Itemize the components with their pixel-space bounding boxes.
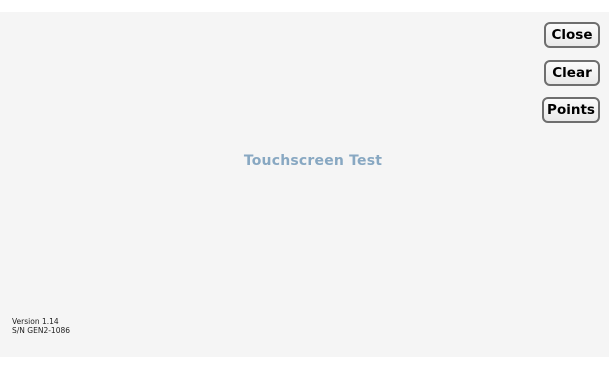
close-button[interactable]: Close: [544, 22, 600, 48]
points-button[interactable]: Points: [542, 97, 600, 123]
page-title: Touchscreen Test: [243, 153, 383, 169]
clear-button[interactable]: Clear: [544, 60, 600, 86]
serial-number-label: S/N GEN2-1086: [12, 326, 71, 335]
version-label: Version 1.14: [12, 317, 59, 326]
touch-canvas[interactable]: Touchscreen Test Close Clear Points Vers…: [0, 12, 609, 357]
version-info: Version 1.14 S/N GEN2-1086: [12, 317, 70, 335]
